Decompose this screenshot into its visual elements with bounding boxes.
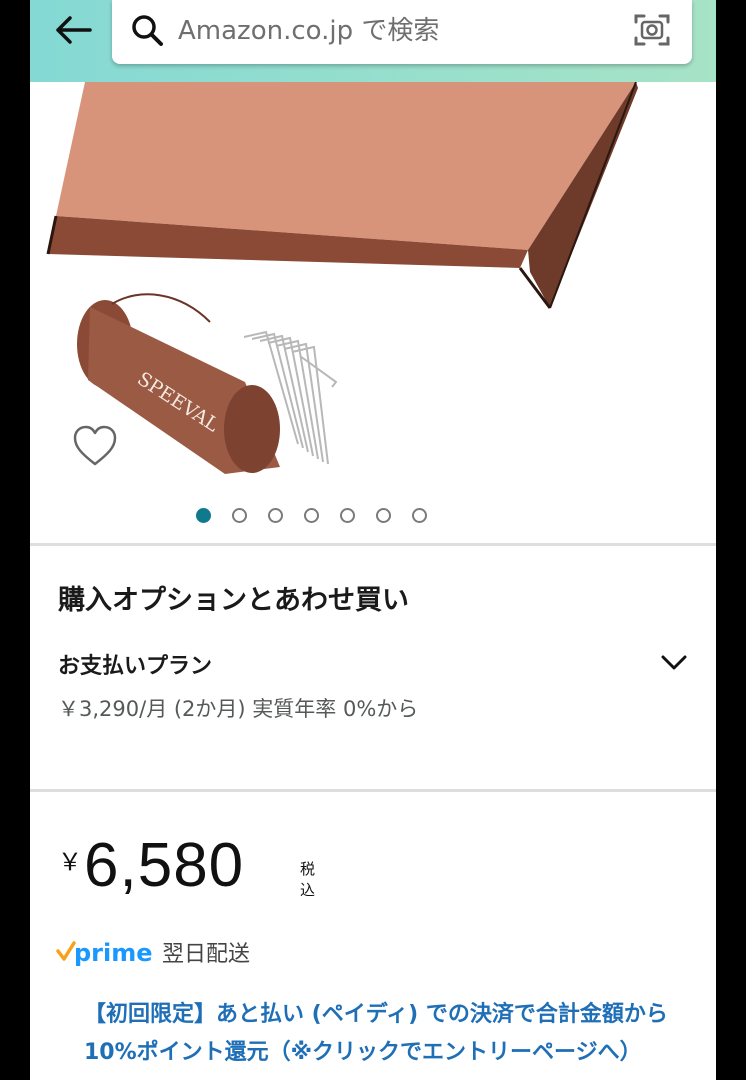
price-amount: 6,580	[84, 831, 245, 900]
carousel-dot[interactable]	[195, 508, 211, 523]
wishlist-heart-icon[interactable]	[72, 424, 118, 468]
divider	[30, 789, 716, 792]
delivery-speed: 翌日配送	[162, 942, 251, 967]
search-icon	[132, 15, 163, 46]
prime-logo-icon: prime	[56, 939, 153, 967]
carousel-dot[interactable]	[267, 508, 283, 523]
search-input[interactable]	[178, 12, 618, 50]
back-arrow-icon	[56, 16, 92, 44]
carousel-dot[interactable]	[411, 508, 427, 523]
prime-label: prime	[74, 939, 153, 967]
search-box[interactable]	[112, 0, 692, 64]
search-header	[30, 0, 716, 82]
payment-plan-title: お支払いプラン	[58, 654, 213, 679]
divider	[30, 543, 716, 546]
price-currency: ￥	[58, 848, 82, 876]
prime-delivery-row: prime 翌日配送	[56, 934, 250, 970]
image-carousel-indicator[interactable]	[30, 508, 716, 532]
camera-scan-icon[interactable]	[632, 10, 672, 50]
payment-plan-detail: ￥3,290/月 (2か月) 実質年率 0%から	[58, 697, 419, 721]
product-image[interactable]: SPEEVAL	[30, 82, 716, 512]
chevron-down-icon[interactable]	[658, 648, 690, 676]
carousel-dot[interactable]	[231, 508, 247, 523]
carousel-dots-group	[195, 508, 427, 532]
carousel-dot[interactable]	[339, 508, 355, 523]
phone-screen: SPEEVAL 購入オプションとあわせ買い お支払いプラン ￥3,290/月 (…	[30, 0, 716, 1080]
section-title: 購入オプションとあわせ買い	[58, 585, 409, 616]
promo-link[interactable]: 【初回限定】あと払い (ペイディ) での決済で合計金額から10%ポイント還元（※…	[84, 996, 684, 1072]
tax-included-label: 税込	[300, 860, 316, 899]
back-button[interactable]	[48, 10, 98, 50]
carousel-dot[interactable]	[375, 508, 391, 523]
payment-plan-row[interactable]: お支払いプラン ￥3,290/月 (2か月) 実質年率 0%から	[30, 640, 716, 760]
carousel-dot[interactable]	[303, 508, 319, 523]
